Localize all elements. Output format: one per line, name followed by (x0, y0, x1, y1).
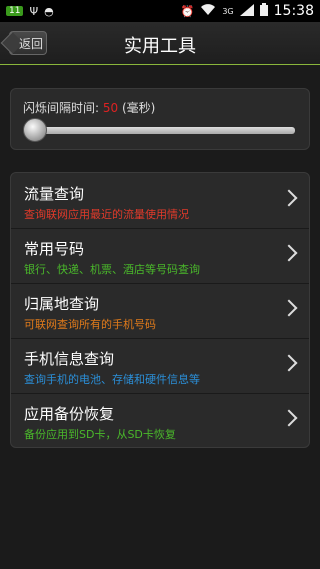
menu-item-phone-info[interactable]: 手机信息查询 查询手机的电池、存储和硬件信息等 (11, 338, 309, 394)
battery-icon (259, 3, 268, 19)
menu-item-traffic-query[interactable]: 流量查询 查询联网应用最近的流量使用情况 (11, 173, 309, 229)
chevron-right-icon (280, 189, 298, 207)
interval-panel: 闪烁间隔时间: 50 (毫秒) (10, 88, 310, 150)
page-title: 实用工具 (124, 36, 196, 57)
chevron-right-icon (280, 409, 298, 427)
android-icon: ◓ (44, 4, 54, 18)
signal-icon (239, 3, 254, 19)
menu-item-subtitle: 查询联网应用最近的流量使用情况 (24, 208, 189, 221)
interval-label: 闪烁间隔时间: 50 (毫秒) (23, 99, 155, 116)
menu-item-title: 流量查询 (24, 185, 85, 203)
menu-item-title: 常用号码 (24, 240, 85, 258)
menu-item-location-query[interactable]: 归属地查询 可联网查询所有的手机号码 (11, 283, 309, 339)
menu-item-common-numbers[interactable]: 常用号码 银行、快递、机票、酒店等号码查询 (11, 228, 309, 284)
title-bar: 返回 实用工具 (0, 22, 320, 65)
tools-menu: 流量查询 查询联网应用最近的流量使用情况 常用号码 银行、快递、机票、酒店等号码… (10, 172, 310, 448)
status-bar: 11 Ψ ◓ ⏰ 3G 15:38 (0, 0, 320, 22)
clock: 15:38 (273, 3, 314, 19)
menu-item-subtitle: 查询手机的电池、存储和硬件信息等 (24, 373, 200, 386)
interval-value: 50 (102, 101, 119, 115)
chevron-right-icon (280, 244, 298, 262)
menu-item-app-backup[interactable]: 应用备份恢复 备份应用到SD卡，从SD卡恢复 (11, 393, 309, 448)
menu-item-title: 手机信息查询 (24, 350, 115, 368)
menu-item-title: 归属地查询 (24, 295, 100, 313)
alarm-icon: ⏰ (180, 4, 195, 18)
chevron-right-icon (280, 299, 298, 317)
interval-slider-thumb[interactable] (23, 118, 47, 142)
menu-item-subtitle: 银行、快递、机票、酒店等号码查询 (24, 263, 200, 276)
notification-badge: 11 (6, 6, 24, 16)
chevron-right-icon (280, 354, 298, 372)
interval-slider-track[interactable] (31, 127, 295, 134)
interval-label-text: 闪烁间隔时间: (23, 101, 103, 115)
menu-item-subtitle: 可联网查询所有的手机号码 (24, 318, 156, 331)
network-type: 3G (222, 6, 234, 16)
back-button-label: 返回 (18, 36, 43, 51)
interval-unit: (毫秒) (118, 101, 156, 115)
menu-item-subtitle: 备份应用到SD卡，从SD卡恢复 (24, 428, 176, 441)
wifi-icon (200, 3, 216, 19)
menu-item-title: 应用备份恢复 (24, 405, 115, 423)
usb-icon: Ψ (29, 4, 39, 18)
